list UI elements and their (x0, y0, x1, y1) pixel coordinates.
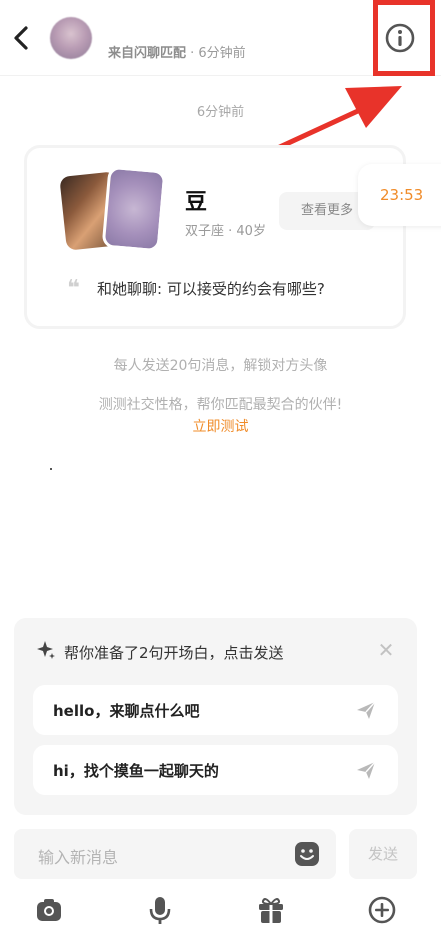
add-icon[interactable] (367, 895, 397, 925)
unlock-hint: 每人发送20句消息，解锁对方头像 (113, 358, 328, 374)
match-source-label: 来自闪聊匹配 (108, 46, 187, 61)
opener-item[interactable]: hello，来聊点什么吧 (33, 685, 398, 735)
message-input-placeholder: 输入新消息 (38, 848, 119, 867)
profile-card[interactable]: 豆 双子座 · 40岁 查看更多 ❝ 和她聊聊: 可以接受的约会有哪些? (24, 145, 406, 329)
blurred-profile-photo (101, 165, 167, 253)
gift-icon[interactable] (256, 895, 286, 925)
opener-item[interactable]: hi，找个摸鱼一起聊天的 (33, 745, 398, 795)
match-source: 来自闪聊匹配 · 6分钟前 (108, 42, 246, 61)
avatar[interactable] (50, 17, 92, 59)
profile-name: 豆 (185, 190, 208, 215)
time-pill: 23:53 (358, 164, 441, 226)
opener-title: 帮你准备了2句开场白，点击发送 (64, 644, 284, 662)
opener-suggestions-panel: 帮你准备了2句开场白，点击发送 ✕ hello，来聊点什么吧 hi，找个摸鱼一起… (14, 618, 417, 815)
test-hint: 测测社交性格，帮你匹配最契合的伙伴! (98, 397, 343, 413)
chat-header: 来自闪聊匹配 · 6分钟前 (0, 0, 441, 76)
opener-text: hello，来聊点什么吧 (53, 702, 200, 720)
match-source-time: · 6分钟前 (186, 46, 246, 61)
camera-icon[interactable] (34, 895, 64, 925)
back-arrow-icon[interactable] (8, 22, 34, 54)
close-icon[interactable]: ✕ (374, 638, 398, 662)
chat-timestamp: 6分钟前 (196, 105, 245, 120)
opener-text: hi，找个摸鱼一起聊天的 (53, 762, 219, 780)
stray-dot (50, 468, 52, 470)
send-button[interactable]: 发送 (349, 829, 417, 879)
profile-meta: 双子座 · 40岁 (185, 224, 266, 239)
send-icon[interactable] (355, 699, 377, 721)
emoji-icon[interactable] (294, 841, 320, 867)
quote-icon: ❝ (67, 276, 80, 301)
microphone-icon[interactable] (145, 895, 175, 925)
info-icon[interactable] (384, 22, 416, 54)
suggested-question: 和她聊聊: 可以接受的约会有哪些? (97, 280, 325, 298)
send-icon[interactable] (355, 759, 377, 781)
sparkle-icon (37, 641, 55, 659)
test-now-link[interactable]: 立即测试 (0, 416, 441, 436)
message-input[interactable]: 输入新消息 (14, 829, 336, 879)
